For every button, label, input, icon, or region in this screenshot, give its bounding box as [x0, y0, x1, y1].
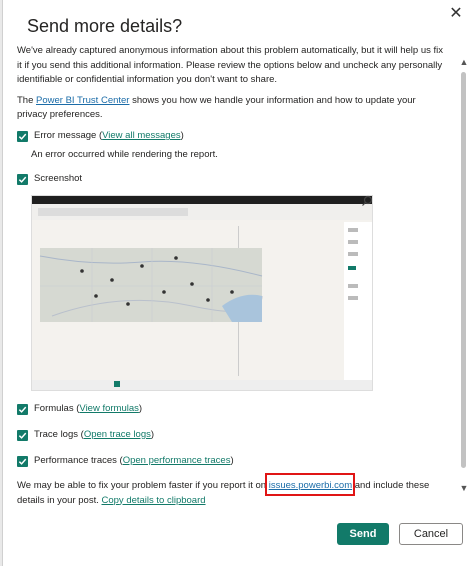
send-details-dialog: ✕ Send more details? We've already captu…: [2, 0, 474, 566]
screenshot-thumbnail: [32, 196, 372, 390]
performance-traces-row: Performance traces (Open performance tra…: [17, 453, 444, 469]
checkmark-icon: [18, 406, 27, 413]
performance-traces-label: Performance traces: [34, 454, 117, 466]
trust-center-link[interactable]: Power BI Trust Center: [36, 95, 129, 106]
performance-traces-checkbox[interactable]: [17, 455, 28, 467]
footer-paragraph: We may be able to fix your problem faste…: [17, 479, 444, 508]
footer-prefix: We may be able to fix your problem faste…: [17, 480, 269, 491]
checkmark-icon: [18, 432, 27, 439]
scroll-thumb[interactable]: [461, 72, 466, 468]
cancel-button[interactable]: Cancel: [399, 523, 463, 545]
error-text: An error occurred while rendering the re…: [31, 148, 218, 160]
scroll-up-icon[interactable]: ▲: [458, 56, 470, 68]
checkmark-icon: [18, 176, 27, 183]
checkmark-icon: [18, 458, 27, 465]
formulas-label: Formulas: [34, 402, 74, 414]
screenshot-row: Screenshot: [17, 171, 444, 187]
dialog-title: Send more details?: [27, 16, 183, 36]
vertical-scrollbar[interactable]: ▲ ▼: [458, 56, 470, 496]
screenshot-preview: [31, 195, 373, 391]
error-message-checkbox[interactable]: [17, 131, 28, 142]
highlight-annotation: [265, 473, 355, 496]
view-formulas-link[interactable]: View formulas: [79, 402, 139, 417]
trust-prefix: The: [17, 94, 37, 106]
trust-paragraph: The Power BI Trust Center shows you how …: [17, 94, 444, 123]
copy-details-link[interactable]: Copy details to clipboard: [102, 495, 206, 506]
send-button[interactable]: Send: [337, 523, 389, 545]
scroll-down-icon[interactable]: ▼: [458, 482, 470, 494]
error-message-row: Error message (View all messages): [17, 129, 444, 145]
error-message-label: Error message: [34, 130, 97, 142]
trace-logs-checkbox[interactable]: [17, 429, 28, 441]
checkmark-icon: [18, 133, 27, 140]
trace-logs-label: Trace logs: [34, 428, 78, 440]
search-icon: [362, 195, 373, 206]
open-trace-logs-link[interactable]: Open trace logs: [84, 428, 151, 443]
close-icon[interactable]: ✕: [446, 4, 466, 24]
dialog-scroll-area[interactable]: We've already captured anonymous informa…: [3, 44, 458, 508]
open-performance-traces-link[interactable]: Open performance traces: [123, 454, 231, 469]
screenshot-checkbox[interactable]: [17, 173, 28, 185]
screenshot-label: Screenshot: [34, 172, 83, 184]
intro-text: We've already captured anonymous informa…: [17, 45, 444, 85]
formulas-row: Formulas (View formulas): [17, 401, 444, 417]
trace-logs-row: Trace logs (Open trace logs): [17, 427, 444, 443]
view-all-messages-link[interactable]: View all messages: [102, 129, 181, 144]
formulas-checkbox[interactable]: [17, 403, 28, 415]
dialog-content: We've already captured anonymous informa…: [3, 44, 458, 508]
